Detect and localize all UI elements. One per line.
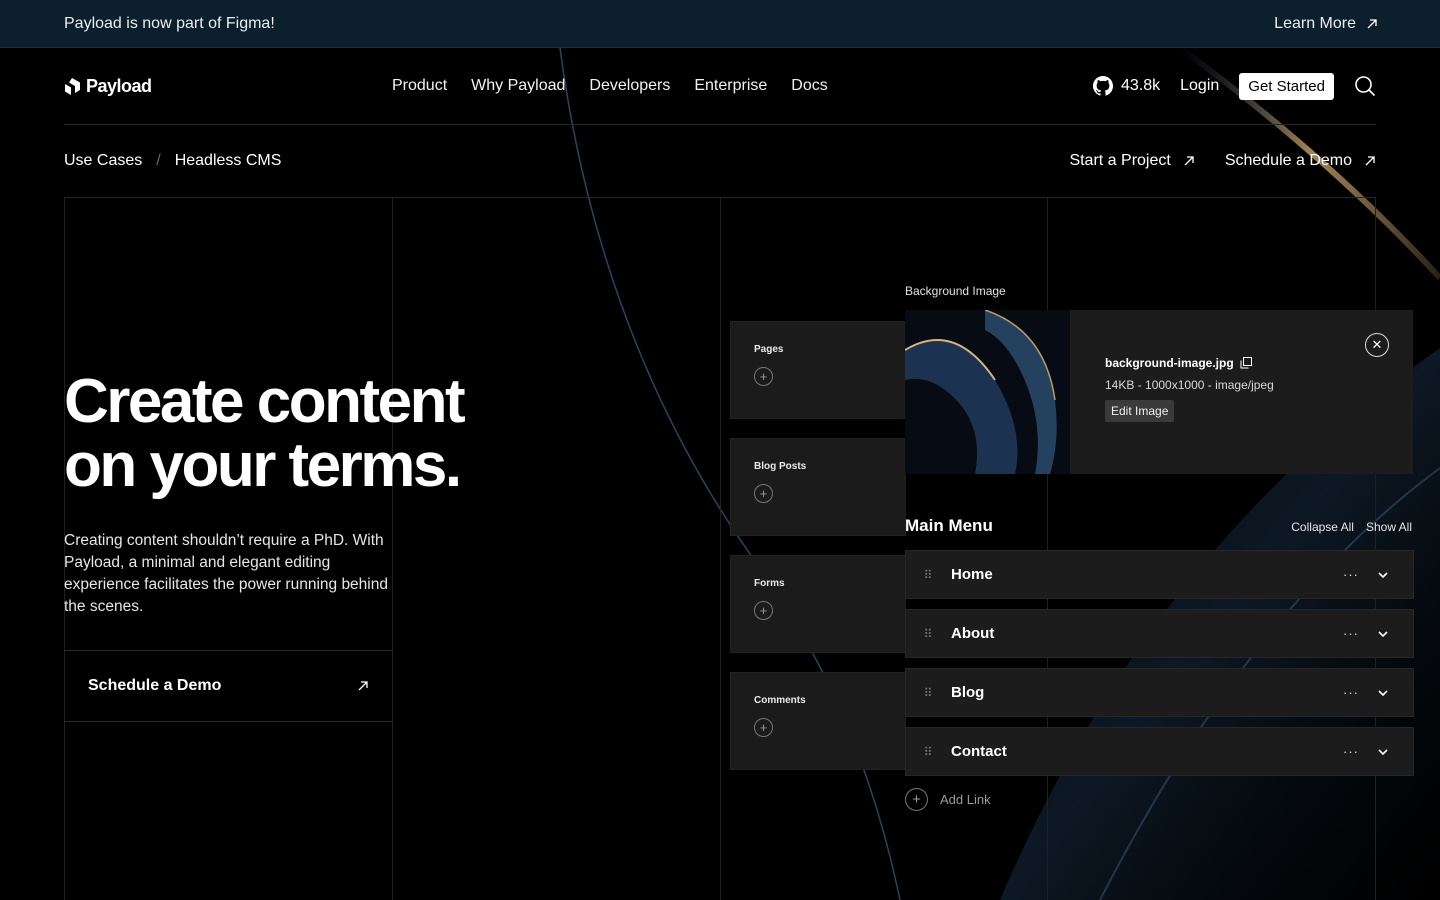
hero-description: Creating content shouldn’t require a PhD…: [64, 532, 388, 615]
image-details-panel: background-image.jpg 14KB - 1000x1000 - …: [1070, 310, 1413, 474]
menu-row-label: Blog: [951, 684, 985, 701]
hero-title: Create content on your terms.: [64, 367, 466, 500]
nav-actions: 43.8k Login Get Started: [1092, 72, 1376, 100]
show-all-button[interactable]: Show All: [1366, 520, 1412, 534]
chevron-down-icon[interactable]: [1377, 571, 1389, 579]
schedule-demo-link[interactable]: Schedule a Demo: [1225, 152, 1376, 170]
breadcrumb-use-cases[interactable]: Use Cases: [64, 152, 142, 170]
chevron-down-icon[interactable]: [1377, 689, 1389, 697]
payload-logo-icon: [65, 77, 80, 95]
add-icon[interactable]: +: [754, 718, 773, 737]
more-options-icon[interactable]: ···: [1343, 685, 1359, 700]
learn-more-link[interactable]: Learn More: [1274, 15, 1378, 33]
hero-title-line-1: Create content: [64, 367, 466, 436]
menu-row-home[interactable]: ⠿ Home ···: [905, 550, 1414, 599]
image-preview: [905, 310, 1071, 474]
search-icon[interactable]: [1354, 75, 1376, 97]
collection-card-pages[interactable]: Pages +: [730, 321, 906, 419]
drag-handle-icon[interactable]: ⠿: [906, 745, 951, 759]
upload-field-label: Background Image: [905, 284, 1006, 298]
announcement-bar: Payload is now part of Figma! Learn More: [0, 0, 1440, 48]
nav-product[interactable]: Product: [392, 77, 447, 95]
collection-card-blog-posts[interactable]: Blog Posts +: [730, 438, 906, 536]
schedule-demo-button-label: Schedule a Demo: [88, 677, 222, 694]
menu-row-label: About: [951, 625, 995, 642]
menu-row-label: Home: [951, 566, 993, 583]
add-icon[interactable]: +: [754, 484, 773, 503]
menu-row-contact[interactable]: ⠿ Contact ···: [905, 727, 1414, 776]
arrow-up-right-icon: [358, 681, 368, 691]
more-options-icon[interactable]: ···: [1343, 567, 1359, 582]
breadcrumb-actions: Start a Project Schedule a Demo: [1069, 152, 1376, 170]
login-link[interactable]: Login: [1180, 77, 1219, 95]
breadcrumb-separator: /: [156, 152, 161, 169]
menu-title: Main Menu: [905, 516, 993, 535]
chevron-down-icon[interactable]: [1377, 630, 1389, 638]
start-project-label: Start a Project: [1069, 152, 1171, 169]
drag-handle-icon[interactable]: ⠿: [906, 627, 951, 641]
breadcrumb-headless-cms[interactable]: Headless CMS: [175, 152, 282, 170]
arrow-up-right-icon: [1184, 156, 1194, 166]
learn-more-label: Learn More: [1274, 14, 1356, 32]
menu-actions: Collapse All Show All: [1291, 520, 1412, 534]
add-icon[interactable]: +: [754, 367, 773, 386]
collection-label: Pages: [754, 344, 784, 355]
nav-enterprise[interactable]: Enterprise: [694, 77, 767, 95]
collection-card-comments[interactable]: Comments +: [730, 672, 906, 770]
more-options-icon[interactable]: ···: [1343, 744, 1359, 759]
collection-label: Blog Posts: [754, 461, 807, 472]
image-filename-text: background-image.jpg: [1105, 356, 1234, 370]
logo-text: Payload: [86, 75, 152, 96]
announcement-text: Payload is now part of Figma!: [64, 14, 275, 32]
image-filename: background-image.jpg: [1105, 356, 1378, 370]
payload-logo[interactable]: Payload: [64, 76, 152, 97]
github-icon: [1092, 76, 1113, 96]
hero-title-line-2: on your terms.: [64, 431, 462, 500]
github-stars-link[interactable]: 43.8k: [1092, 76, 1161, 96]
github-star-count: 43.8k: [1120, 77, 1161, 94]
menu-row-blog[interactable]: ⠿ Blog ···: [905, 668, 1414, 717]
copy-icon[interactable]: [1240, 357, 1252, 369]
drag-handle-icon[interactable]: ⠿: [906, 686, 951, 700]
nav-developers[interactable]: Developers: [589, 77, 670, 95]
nav-links: Product Why Payload Developers Enterpris…: [392, 77, 828, 95]
menu-row-label: Contact: [951, 743, 1007, 760]
nav-why-payload[interactable]: Why Payload: [471, 77, 565, 95]
grid-line: [720, 198, 721, 900]
schedule-demo-button[interactable]: Schedule a Demo: [64, 650, 393, 722]
breadcrumb: Use Cases / Headless CMS Start a Project…: [64, 125, 1376, 198]
grid-line: [1375, 198, 1376, 900]
add-link-label: Add Link: [940, 792, 991, 807]
add-icon[interactable]: +: [754, 601, 773, 620]
arrow-up-right-icon: [1365, 156, 1375, 166]
get-started-button[interactable]: Get Started: [1239, 72, 1334, 100]
chevron-down-icon[interactable]: [1377, 748, 1389, 756]
image-thumbnail[interactable]: [905, 310, 1071, 474]
top-nav: Payload Product Why Payload Developers E…: [64, 48, 1376, 125]
collection-card-forms[interactable]: Forms +: [730, 555, 906, 653]
start-project-link[interactable]: Start a Project: [1069, 152, 1194, 170]
grid-line: [1047, 198, 1048, 900]
drag-handle-icon[interactable]: ⠿: [906, 568, 951, 582]
nav-docs[interactable]: Docs: [791, 77, 827, 95]
edit-image-button[interactable]: Edit Image: [1105, 400, 1175, 422]
schedule-demo-label: Schedule a Demo: [1224, 152, 1352, 169]
add-icon: +: [905, 788, 928, 811]
add-link-button[interactable]: + Add Link: [905, 788, 991, 811]
image-meta: 14KB - 1000x1000 - image/jpeg: [1105, 378, 1274, 392]
collection-label: Forms: [754, 578, 785, 589]
collection-label: Comments: [754, 695, 806, 706]
menu-row-about[interactable]: ⠿ About ···: [905, 609, 1414, 658]
close-icon[interactable]: ✕: [1365, 333, 1389, 357]
more-options-icon[interactable]: ···: [1343, 626, 1359, 641]
arrow-up-right-icon: [1367, 18, 1377, 28]
collapse-all-button[interactable]: Collapse All: [1291, 520, 1354, 534]
